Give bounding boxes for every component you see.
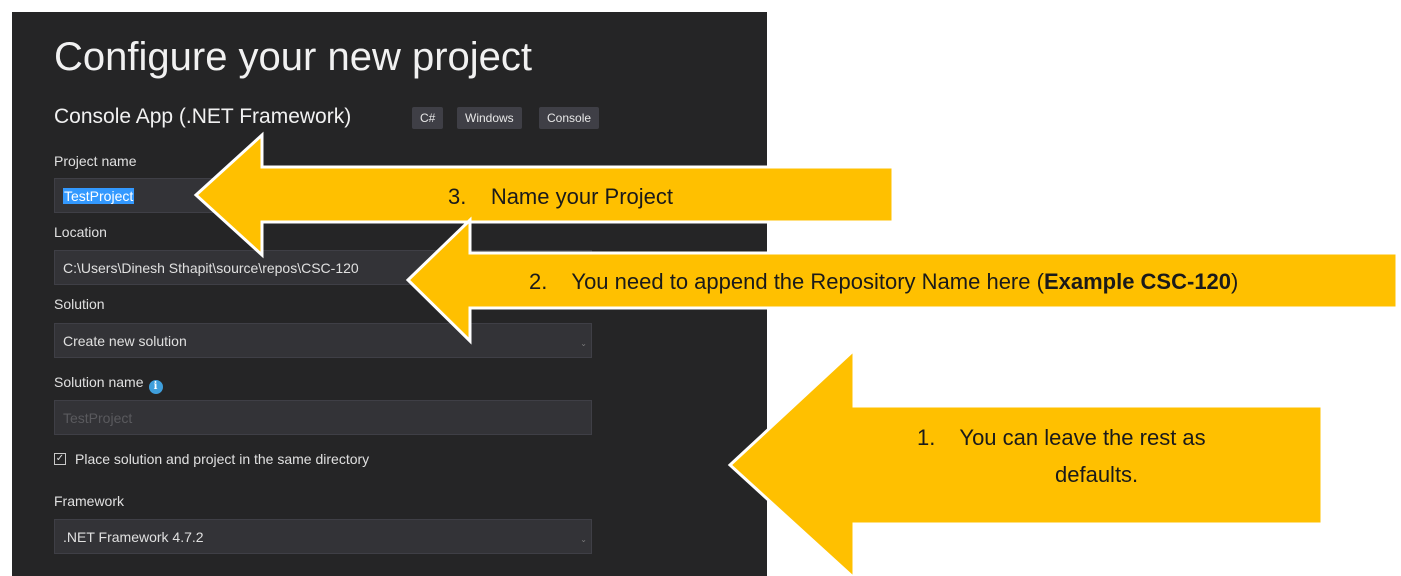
callout-step3: 3. Name your Project	[448, 184, 673, 209]
callout-step1-line2: defaults.	[1055, 462, 1139, 487]
arrow-step1	[727, 346, 1324, 576]
callout-step1-line1: 1. You can leave the rest as	[917, 425, 1206, 450]
callout-step2: 2. You need to append the Repository Nam…	[529, 269, 1239, 294]
